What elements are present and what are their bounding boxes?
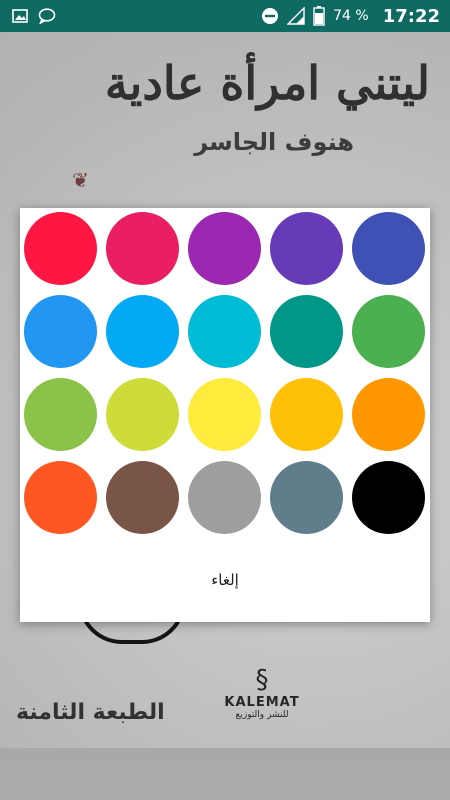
color-picker-dialog: إلغاء	[20, 208, 430, 622]
color-swatch[interactable]	[24, 378, 97, 451]
color-swatch[interactable]	[188, 295, 261, 368]
color-swatch[interactable]	[270, 378, 343, 451]
color-swatch[interactable]	[106, 461, 179, 534]
signal-icon	[287, 7, 305, 25]
color-swatch[interactable]	[188, 378, 261, 451]
color-swatch[interactable]	[352, 378, 425, 451]
battery-percent: 74 %	[333, 8, 369, 24]
color-swatch[interactable]	[352, 212, 425, 285]
color-swatch[interactable]	[106, 295, 179, 368]
clock-time: 17:22	[382, 5, 440, 27]
color-swatch[interactable]	[352, 295, 425, 368]
color-swatch[interactable]	[352, 461, 425, 534]
image-icon	[12, 9, 28, 23]
battery-icon	[313, 6, 325, 26]
color-swatch[interactable]	[106, 378, 179, 451]
color-swatch[interactable]	[188, 212, 261, 285]
color-swatch[interactable]	[270, 461, 343, 534]
color-swatch[interactable]	[24, 295, 97, 368]
color-swatch[interactable]	[270, 212, 343, 285]
color-swatch-grid	[24, 212, 434, 534]
color-swatch[interactable]	[188, 461, 261, 534]
color-swatch[interactable]	[24, 212, 97, 285]
do-not-disturb-icon	[261, 7, 279, 25]
color-swatch[interactable]	[24, 461, 97, 534]
color-swatch[interactable]	[106, 212, 179, 285]
cancel-button[interactable]: إلغاء	[20, 558, 430, 602]
color-swatch[interactable]	[270, 295, 343, 368]
chat-bubble-icon	[38, 8, 56, 24]
status-bar: 74 % 17:22	[0, 0, 450, 32]
